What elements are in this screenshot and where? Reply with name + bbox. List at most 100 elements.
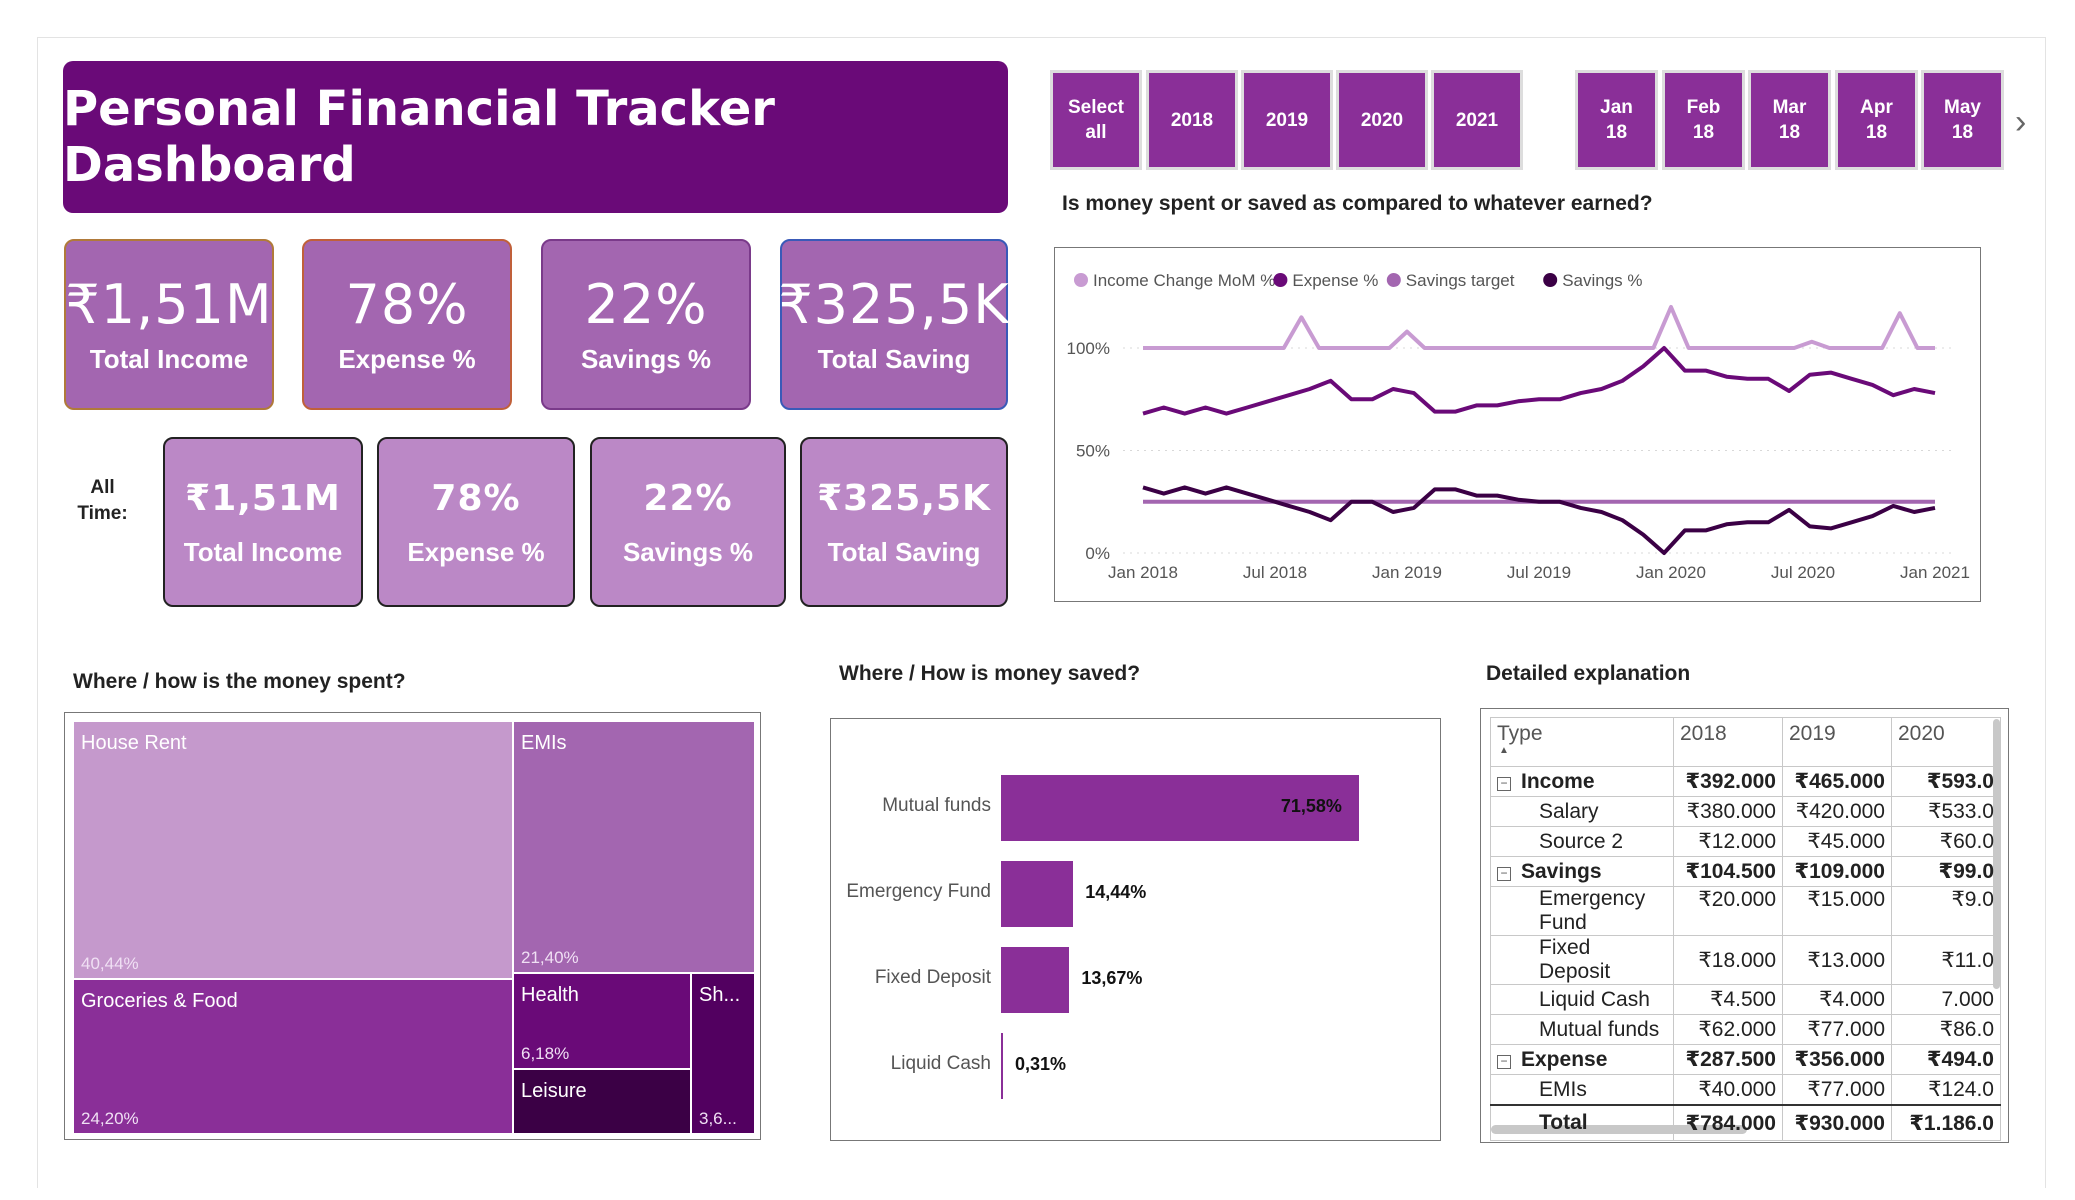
kpi-expense-pct: 78% Expense % bbox=[302, 239, 512, 410]
kpi-all-total-income: ₹1,51M Total Income bbox=[163, 437, 363, 607]
row-label: Salary bbox=[1490, 796, 1674, 827]
kpi-total-saving: ₹325,5K Total Saving bbox=[778, 239, 1010, 410]
bar-category-label: Mutual funds bbox=[882, 795, 991, 816]
treemap-emis[interactable]: EMIs 21,40% bbox=[514, 722, 754, 972]
table-row: − Expense ₹287.500 ₹356.000 ₹494.0 bbox=[1490, 1044, 2001, 1075]
column-header-type[interactable]: Type ▲ bbox=[1490, 717, 1674, 767]
sort-ascending-icon[interactable]: ▲ bbox=[1499, 746, 1667, 756]
treemap-label: Groceries & Food bbox=[81, 990, 238, 1012]
treemap-label: Leisure bbox=[521, 1080, 587, 1102]
row-label: Mutual funds bbox=[1490, 1014, 1674, 1045]
slicer-year-2018[interactable]: 2018 bbox=[1149, 73, 1235, 167]
cell-value: ₹930.000 bbox=[1782, 1104, 1892, 1141]
legend-marker bbox=[1543, 273, 1558, 287]
slicer-month-jan-18[interactable]: Jan 18 bbox=[1578, 73, 1655, 167]
collapse-icon[interactable]: − bbox=[1497, 866, 1511, 881]
all-time-label: All Time: bbox=[77, 477, 128, 524]
kpi-value: ₹1,51M bbox=[65, 273, 273, 336]
kpi-label: Total Income bbox=[89, 344, 249, 374]
column-header-year[interactable]: 2019 bbox=[1782, 717, 1892, 767]
treemap-label: Health bbox=[521, 984, 579, 1006]
matrix-table: Type ▲ 2018 2019 2020− Income ₹392.000 ₹465.000… bbox=[1490, 717, 2001, 1141]
row-label[interactable]: − Savings bbox=[1490, 856, 1674, 887]
cell-value: ₹287.500 bbox=[1673, 1044, 1783, 1075]
dashboard-title: Personal Financial Tracker Dashboard bbox=[63, 61, 1008, 213]
cell-value: ₹40.000 bbox=[1673, 1074, 1783, 1106]
slicer-year-2021[interactable]: 2021 bbox=[1434, 73, 1520, 167]
treemap-percent: 3,6... bbox=[699, 1109, 737, 1128]
table-row: Source 2 ₹12.000 ₹45.000 ₹60.0 bbox=[1490, 826, 2001, 857]
kpi-label: Expense % bbox=[407, 536, 545, 567]
treemap-shopping[interactable]: Sh... 3,6... bbox=[692, 974, 754, 1133]
cell-value: ₹784.000 bbox=[1673, 1104, 1783, 1141]
cell-value: ₹124.0 bbox=[1891, 1074, 2001, 1106]
table-row: Fixed Deposit ₹18.000 ₹13.000 ₹11.0 bbox=[1490, 935, 2001, 985]
x-tick-label: Jan 2020 bbox=[1636, 563, 1706, 582]
slicer-year-2019[interactable]: 2019 bbox=[1244, 73, 1330, 167]
slicer-year-select-all[interactable]: Select all bbox=[1053, 73, 1139, 167]
kpi-value: ₹325,5K bbox=[778, 273, 1010, 336]
table-row: Emergency Fund ₹20.000 ₹15.000 ₹9.0 bbox=[1490, 886, 2001, 936]
treemap-groceries-food[interactable]: Groceries & Food 24,20% bbox=[74, 980, 512, 1133]
slicer-year-2020[interactable]: 2020 bbox=[1339, 73, 1425, 167]
x-tick-label: Jul 2020 bbox=[1771, 563, 1835, 582]
x-tick-label: Jul 2019 bbox=[1507, 563, 1571, 582]
series-line bbox=[1142, 485, 1936, 555]
cell-value: ₹104.500 bbox=[1673, 856, 1783, 887]
table-row: Mutual funds ₹62.000 ₹77.000 ₹86.0 bbox=[1490, 1014, 2001, 1045]
treemap-label: EMIs bbox=[521, 732, 567, 754]
cell-value: ₹380.000 bbox=[1673, 796, 1783, 827]
x-tick-label: Jan 2019 bbox=[1372, 563, 1442, 582]
bar[interactable] bbox=[1001, 861, 1074, 927]
table-row: EMIs ₹40.000 ₹77.000 ₹124.0 bbox=[1490, 1074, 2001, 1106]
cell-value: ₹593.0 bbox=[1891, 766, 2001, 797]
y-tick-label: 100% bbox=[1067, 339, 1110, 358]
kpi-value: 78% bbox=[431, 477, 521, 519]
row-label[interactable]: − Income bbox=[1490, 766, 1674, 797]
kpi-label: Total Saving bbox=[817, 344, 971, 374]
cell-value: ₹60.0 bbox=[1891, 826, 2001, 857]
kpi-savings-pct: 22% Savings % bbox=[541, 239, 751, 410]
cell-value: ₹99.0 bbox=[1891, 856, 2001, 887]
cell-value: ₹62.000 bbox=[1673, 1014, 1783, 1045]
series-line bbox=[1143, 305, 1935, 350]
cell-value: ₹109.000 bbox=[1782, 856, 1892, 887]
bar-chart-panel: Mutual funds 71,58% Emergency Fund 14,44% Fi… bbox=[830, 718, 1441, 1141]
slicer-month-may-18[interactable]: May 18 bbox=[1924, 73, 2001, 167]
treemap-health[interactable]: Health 6,18% bbox=[514, 974, 690, 1068]
treemap-percent: 24,20% bbox=[81, 1109, 139, 1128]
slicer-month-mar-18[interactable]: Mar 18 bbox=[1751, 73, 1828, 167]
collapse-icon[interactable]: − bbox=[1497, 776, 1511, 791]
bar[interactable] bbox=[1001, 947, 1070, 1013]
bar[interactable] bbox=[1001, 1033, 1003, 1099]
kpi-value: 22% bbox=[584, 273, 708, 336]
treemap-leisure[interactable]: Leisure bbox=[514, 1070, 690, 1133]
column-header-year[interactable]: 2020 bbox=[1891, 717, 2001, 767]
slicer-month-feb-18[interactable]: Feb 18 bbox=[1665, 73, 1742, 167]
cell-value: ₹356.000 bbox=[1782, 1044, 1892, 1075]
legend-label: Savings target bbox=[1406, 271, 1515, 290]
chevron-right-icon[interactable]: › bbox=[2015, 103, 2026, 142]
treemap-house-rent[interactable]: House Rent 40,44% bbox=[74, 722, 512, 978]
line-chart: 0% 50% 100% Jan 2018 Jul 2018 Jan 2019 Jul 201… bbox=[1067, 271, 1970, 582]
cell-value: 7.000 bbox=[1891, 984, 2001, 1015]
kpi-label: Total Income bbox=[183, 536, 343, 567]
column-header-year[interactable]: 2018 bbox=[1673, 717, 1783, 767]
line-chart-panel: 0% 50% 100% Jan 2018 Jul 2018 Jan 2019 Jul 201… bbox=[1054, 247, 1981, 602]
row-label: Total bbox=[1490, 1104, 1674, 1141]
cell-value: ₹9.0 bbox=[1891, 886, 2001, 936]
table-heading: Detailed explanation bbox=[1486, 662, 1691, 685]
slicer-month-apr-18[interactable]: Apr 18 bbox=[1838, 73, 1915, 167]
kpi-all-savings-pct: 22% Savings % bbox=[590, 437, 786, 607]
cell-value: ₹18.000 bbox=[1673, 935, 1783, 985]
row-label[interactable]: − Expense bbox=[1490, 1044, 1674, 1075]
collapse-icon[interactable]: − bbox=[1497, 1054, 1511, 1069]
cell-value: ₹494.0 bbox=[1891, 1044, 2001, 1075]
treemap-percent: 40,44% bbox=[81, 954, 139, 973]
row-label: Source 2 bbox=[1490, 826, 1674, 857]
bar-value-label: 14,44% bbox=[1085, 882, 1147, 902]
bar-value-label: 0,31% bbox=[1015, 1054, 1067, 1074]
cell-value: ₹77.000 bbox=[1782, 1074, 1892, 1106]
table-row: − Savings ₹104.500 ₹109.000 ₹99.0 bbox=[1490, 856, 2001, 887]
table-row: Liquid Cash ₹4.500 ₹4.000 7.000 bbox=[1490, 984, 2001, 1015]
